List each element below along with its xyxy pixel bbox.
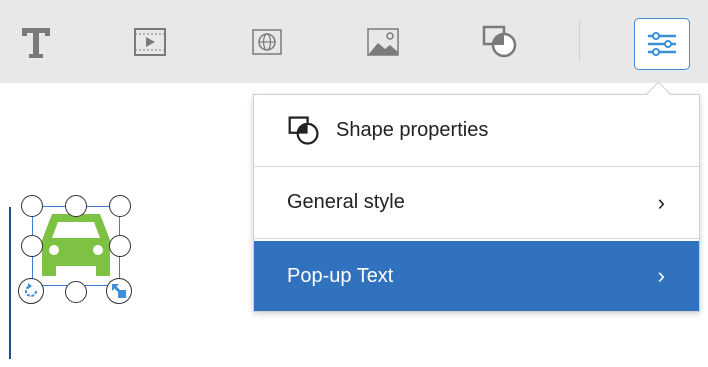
text-cursor-line bbox=[9, 207, 11, 359]
web-tool-button[interactable] bbox=[239, 14, 295, 70]
resize-handle-left[interactable] bbox=[21, 235, 43, 257]
toolbar-separator bbox=[579, 20, 580, 62]
menu-item-general-style[interactable]: General style › bbox=[254, 167, 699, 239]
resize-handle-right[interactable] bbox=[109, 235, 131, 257]
shape-tool-button[interactable] bbox=[472, 14, 528, 70]
rotate-icon bbox=[25, 283, 37, 297]
text-tool-button[interactable] bbox=[8, 14, 64, 70]
video-tool-button[interactable] bbox=[122, 14, 178, 70]
image-icon bbox=[367, 28, 399, 56]
menu-item-label: Pop-up Text bbox=[287, 264, 394, 287]
menu-item-popup-text[interactable]: Pop-up Text › bbox=[254, 241, 699, 311]
globe-icon bbox=[252, 29, 282, 55]
selection-box bbox=[32, 206, 120, 286]
rotate-handle[interactable] bbox=[18, 278, 44, 304]
selected-shape[interactable] bbox=[18, 190, 132, 305]
resize-handle-top-right[interactable] bbox=[109, 195, 131, 217]
video-icon bbox=[134, 28, 166, 56]
text-T-icon bbox=[22, 28, 50, 58]
chevron-right-icon: › bbox=[657, 263, 665, 288]
toolbar bbox=[0, 0, 708, 83]
properties-tool-button[interactable] bbox=[634, 18, 690, 70]
menu-header-label: Shape properties bbox=[336, 119, 489, 141]
sliders-icon bbox=[648, 32, 676, 56]
image-tool-button[interactable] bbox=[355, 14, 411, 70]
menu-item-label: General style bbox=[287, 191, 405, 213]
scale-handle[interactable] bbox=[106, 278, 132, 304]
menu-header: Shape properties bbox=[254, 95, 699, 167]
resize-handle-top[interactable] bbox=[65, 195, 87, 217]
chevron-right-icon: › bbox=[657, 189, 665, 215]
resize-handle-top-left[interactable] bbox=[21, 195, 43, 217]
shape-properties-icon bbox=[286, 114, 322, 148]
resize-arrow-icon bbox=[112, 284, 126, 298]
resize-handle-bottom[interactable] bbox=[65, 281, 87, 303]
properties-menu: Shape properties General style › Pop-up … bbox=[253, 94, 700, 312]
shape-icon bbox=[482, 25, 517, 58]
